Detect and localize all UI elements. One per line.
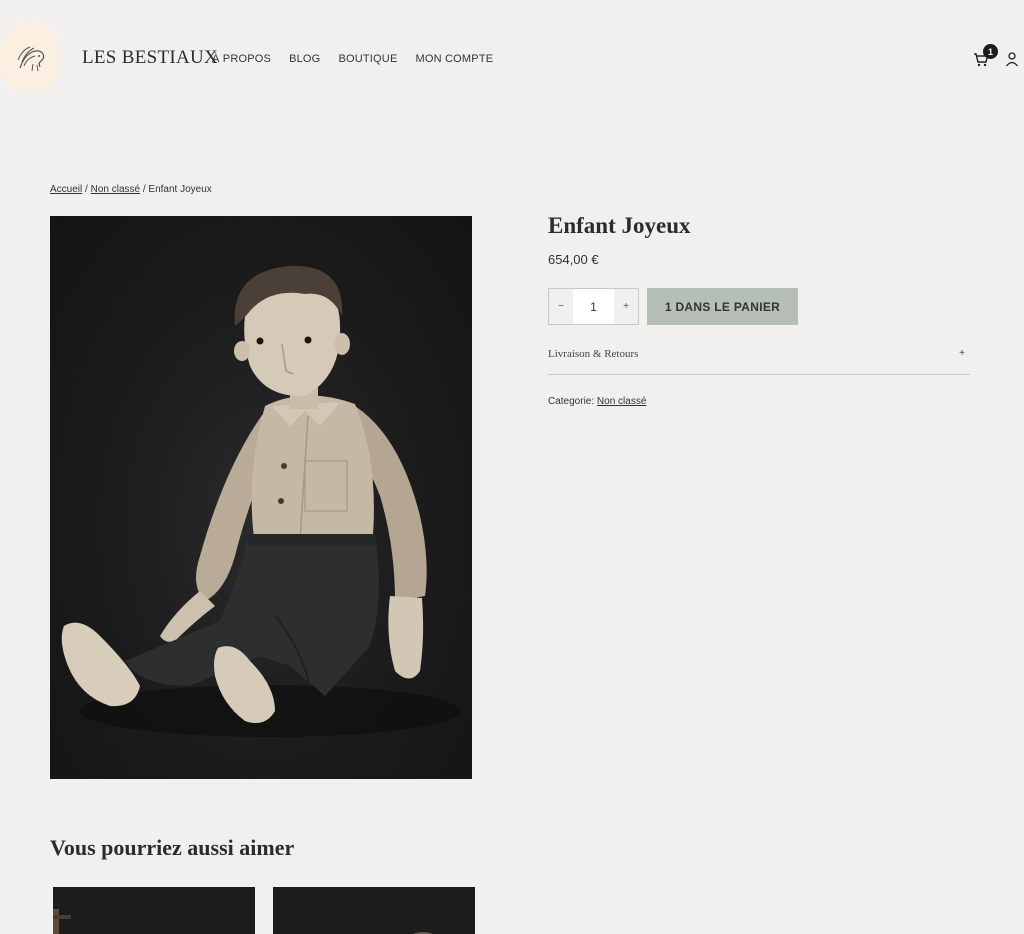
shipping-returns-accordion[interactable]: Livraison & Retours + <box>548 348 970 375</box>
category-label: Categorie: <box>548 396 597 407</box>
product-title: Enfant Joyeux <box>548 213 691 238</box>
breadcrumb-home-link[interactable]: Accueil <box>50 184 82 195</box>
quantity-stepper: − + <box>548 288 639 325</box>
quantity-increase-button[interactable]: + <box>614 289 638 324</box>
account-icon[interactable] <box>1004 51 1020 67</box>
related-product-image <box>413 932 433 934</box>
product-price: 654,00 € <box>548 252 599 267</box>
breadcrumb-current: Enfant Joyeux <box>148 184 212 195</box>
quantity-input[interactable] <box>573 289 614 324</box>
nav-link-a-propos[interactable]: À PROPOS <box>212 53 271 65</box>
main-nav: À PROPOS BLOG BOUTIQUE MON COMPTE <box>212 53 511 65</box>
add-to-cart-button[interactable]: 1 DANS LE PANIER <box>647 288 798 325</box>
product-category: Categorie: Non classé <box>548 396 646 407</box>
nav-link-mon-compte[interactable]: MON COMPTE <box>416 53 494 65</box>
nav-link-boutique[interactable]: BOUTIQUE <box>338 53 397 65</box>
nav-link-blog[interactable]: BLOG <box>289 53 320 65</box>
quantity-decrease-button[interactable]: − <box>549 289 573 324</box>
lion-logo-icon <box>17 46 45 72</box>
doll-photo <box>61 265 460 737</box>
category-link[interactable]: Non classé <box>597 396 646 407</box>
related-products-title: Vous pourriez aussi aimer <box>50 835 295 860</box>
related-product-card[interactable] <box>53 887 255 934</box>
brand-name[interactable]: LES BESTIAUX <box>82 47 218 69</box>
breadcrumb-category-link[interactable]: Non classé <box>91 184 140 195</box>
plus-icon[interactable]: + <box>959 348 965 374</box>
cart-count-badge: 1 <box>983 44 998 59</box>
accordion-label: Livraison & Retours <box>548 348 639 360</box>
breadcrumb: Accueil / Non classé / Enfant Joyeux <box>50 184 212 195</box>
related-product-image <box>53 909 71 934</box>
breadcrumb-separator: / <box>82 184 91 195</box>
product-image[interactable] <box>50 216 472 779</box>
related-product-card[interactable] <box>273 887 475 934</box>
logo[interactable] <box>0 22 62 94</box>
